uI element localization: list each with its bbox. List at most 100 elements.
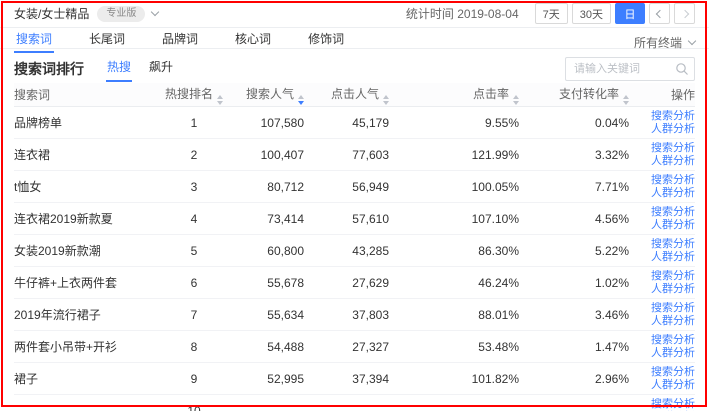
keyword-cell: 2019年流行裙子 (14, 306, 164, 323)
search-analysis-link[interactable]: 搜索分析 (651, 302, 695, 315)
tab-core-word[interactable]: 核心词 (233, 28, 273, 53)
actions-cell: 搜索分析 人群分析 (629, 238, 695, 264)
keyword-cell: 品牌榜单 (14, 114, 164, 131)
table-row: 连衣裙2019新款夏 4 73,414 57,610 107.10% 4.56%… (14, 203, 695, 235)
table-row: 两件套小吊带+开衫 8 54,488 27,327 53.48% 1.47% 搜… (14, 331, 695, 363)
search-analysis-link[interactable]: 搜索分析 (651, 398, 695, 411)
click-rate-cell: 107.10% (389, 212, 519, 226)
click-popularity-cell: 56,949 (304, 180, 389, 194)
rank-cell: 7 (164, 308, 224, 322)
col-header-pay-conversion[interactable]: 支付转化率 (519, 85, 629, 105)
rank-cell: 3 (164, 180, 224, 194)
crowd-analysis-link[interactable]: 人群分析 (651, 219, 695, 232)
category-selector[interactable]: 女装/女士精品 专业版 (14, 5, 158, 22)
actions-cell: 搜索分析 人群分析 (629, 366, 695, 392)
rank-cell: 2 (164, 148, 224, 162)
search-analysis-link[interactable]: 搜索分析 (651, 238, 695, 251)
sub-tab-hot-search[interactable]: 热搜 (106, 56, 132, 82)
pay-conversion-cell: 0.04% (519, 116, 629, 130)
table-row: 连衣裙 2 100,407 77,603 121.99% 3.32% 搜索分析 … (14, 139, 695, 171)
col-header-rank[interactable]: 热搜排名 (164, 85, 224, 105)
chevron-left-icon (655, 9, 663, 17)
search-analysis-link[interactable]: 搜索分析 (651, 142, 695, 155)
click-rate-cell: 9.55% (389, 116, 519, 130)
click-rate-cell: 53.48% (389, 340, 519, 354)
tab-long-tail-word[interactable]: 长尾词 (87, 28, 127, 53)
keyword-cell: 连衣裙2019新款夏 (14, 210, 164, 227)
range-7d-button[interactable]: 7天 (535, 3, 568, 24)
table-row: t恤女 3 80,712 56,949 100.05% 7.71% 搜索分析 人… (14, 171, 695, 203)
search-analysis-link[interactable]: 搜索分析 (651, 206, 695, 219)
prev-date-button[interactable] (649, 3, 670, 24)
search-popularity-cell: 52,995 (224, 372, 304, 386)
rank-cell: 5 (164, 244, 224, 258)
tab-search-word[interactable]: 搜索词 (14, 28, 54, 53)
crowd-analysis-link[interactable]: 人群分析 (651, 155, 695, 168)
category-name: 女装/女士精品 (14, 5, 89, 22)
sort-icon[interactable] (217, 95, 223, 105)
table-row: 品牌榜单 1 107,580 45,179 9.55% 0.04% 搜索分析 人… (14, 107, 695, 139)
search-analysis-link[interactable]: 搜索分析 (651, 334, 695, 347)
click-popularity-cell: 27,327 (304, 340, 389, 354)
chevron-down-icon (151, 8, 159, 16)
search-analysis-link[interactable]: 搜索分析 (651, 174, 695, 187)
rank-cell: 6 (164, 276, 224, 290)
click-popularity-cell: 27,629 (304, 276, 389, 290)
crowd-analysis-link[interactable]: 人群分析 (651, 315, 695, 328)
col-header-search-popularity[interactable]: 搜索人气 (224, 85, 304, 105)
table-row: 牛仔裤+上衣两件套 6 55,678 27,629 46.24% 1.02% 搜… (14, 267, 695, 299)
crowd-analysis-link[interactable]: 人群分析 (651, 347, 695, 360)
search-popularity-cell: 60,800 (224, 244, 304, 258)
pay-conversion-cell: 3.32% (519, 148, 629, 162)
actions-cell: 搜索分析 人群分析 (629, 334, 695, 360)
search-word-ranking-page: 女装/女士精品 专业版 统计时间 2019-08-04 7天 30天 日 搜索词… (0, 0, 709, 411)
ranking-sub-tabs: 热搜 飙升 (106, 56, 174, 82)
keyword-cell: 女装2019新款潮 (14, 242, 164, 259)
pay-conversion-cell: 4.56% (519, 212, 629, 226)
search-word-table: 搜索词 热搜排名 搜索人气 点击人气 点击率 支付转化率 操作 品牌榜单 1 1… (0, 83, 709, 411)
click-rate-cell: 100.05% (389, 180, 519, 194)
table-header-row: 搜索词 热搜排名 搜索人气 点击人气 点击率 支付转化率 操作 (14, 83, 695, 107)
range-day-button[interactable]: 日 (615, 3, 645, 24)
col-header-actions: 操作 (629, 86, 695, 103)
rank-cell: 1 (164, 116, 224, 130)
pro-version-badge: 专业版 (97, 6, 145, 22)
sub-tab-surging[interactable]: 飙升 (148, 56, 174, 82)
click-rate-cell: 86.30% (389, 244, 519, 258)
col-header-click-popularity[interactable]: 点击人气 (304, 85, 389, 105)
top-bar: 女装/女士精品 专业版 统计时间 2019-08-04 7天 30天 日 (0, 0, 709, 28)
next-date-button[interactable] (674, 3, 695, 24)
search-popularity-cell: 100,407 (224, 148, 304, 162)
actions-cell: 搜索分析 人群分析 (629, 110, 695, 136)
tab-brand-word[interactable]: 品牌词 (160, 28, 200, 53)
table-row: 裙子 9 52,995 37,394 101.82% 2.96% 搜索分析 人群… (14, 363, 695, 395)
search-analysis-link[interactable]: 搜索分析 (651, 270, 695, 283)
click-popularity-cell: 57,610 (304, 212, 389, 226)
terminal-filter-dropdown[interactable]: 所有终端 (634, 28, 695, 51)
crowd-analysis-link[interactable]: 人群分析 (651, 123, 695, 136)
click-rate-cell: 46.24% (389, 276, 519, 290)
crowd-analysis-link[interactable]: 人群分析 (651, 187, 695, 200)
pay-conversion-cell: 1.02% (519, 276, 629, 290)
click-popularity-cell: 43,285 (304, 244, 389, 258)
section-header: 搜索词排行 热搜 飙升 (0, 49, 709, 83)
search-popularity-cell: 107,580 (224, 116, 304, 130)
table-row: 10 搜索分析 人群分析 (14, 395, 695, 411)
tab-modifier-word[interactable]: 修饰词 (306, 28, 346, 53)
crowd-analysis-link[interactable]: 人群分析 (651, 251, 695, 264)
search-analysis-link[interactable]: 搜索分析 (651, 110, 695, 123)
col-header-click-rate[interactable]: 点击率 (389, 85, 519, 105)
table-row: 女装2019新款潮 5 60,800 43,285 86.30% 5.22% 搜… (14, 235, 695, 267)
crowd-analysis-link[interactable]: 人群分析 (651, 283, 695, 296)
range-30d-button[interactable]: 30天 (572, 3, 611, 24)
table-body: 品牌榜单 1 107,580 45,179 9.55% 0.04% 搜索分析 人… (14, 107, 695, 411)
search-popularity-cell: 55,678 (224, 276, 304, 290)
keyword-cell: 两件套小吊带+开衫 (14, 338, 164, 355)
keyword-cell: t恤女 (14, 178, 164, 195)
actions-cell: 搜索分析 人群分析 (629, 142, 695, 168)
search-analysis-link[interactable]: 搜索分析 (651, 366, 695, 379)
crowd-analysis-link[interactable]: 人群分析 (651, 379, 695, 392)
keyword-search-box (565, 57, 695, 81)
col-header-keyword: 搜索词 (14, 86, 164, 103)
actions-cell: 搜索分析 人群分析 (629, 398, 695, 411)
